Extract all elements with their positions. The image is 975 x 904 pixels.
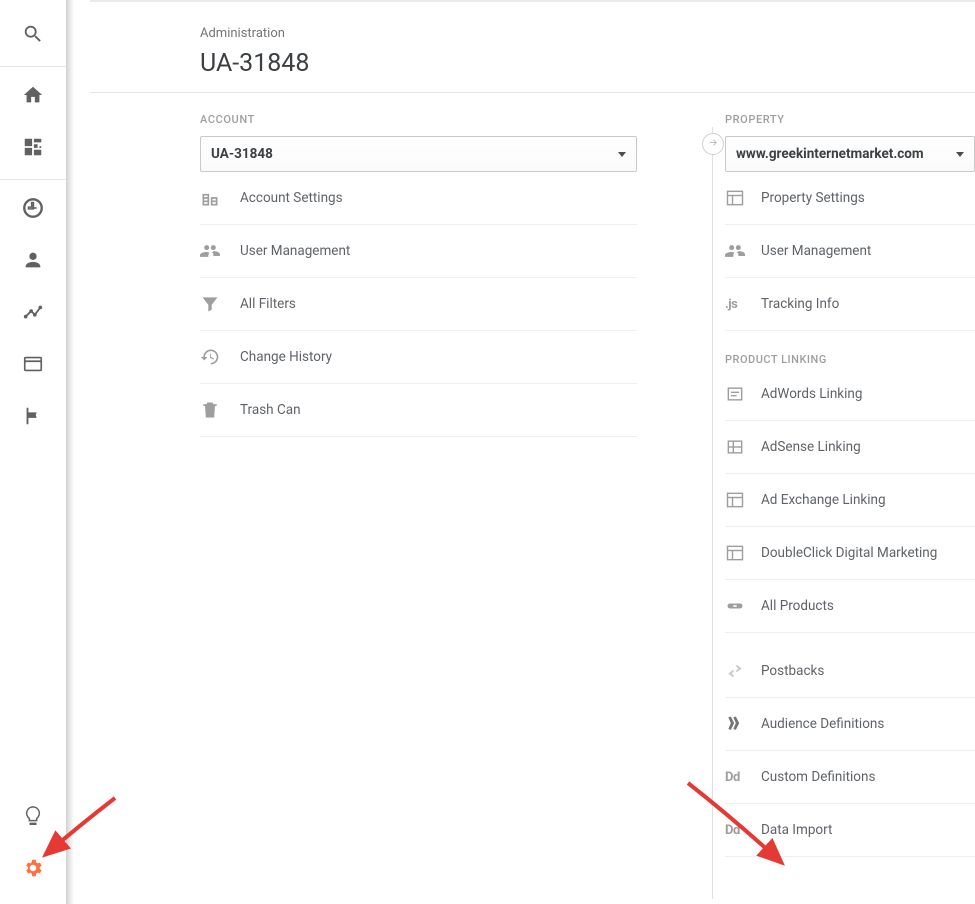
sidebar-home[interactable] bbox=[0, 71, 66, 123]
account-column-label: ACCOUNT bbox=[200, 113, 637, 126]
layout-icon bbox=[725, 543, 761, 563]
row-label: Ad Exchange Linking bbox=[761, 492, 886, 508]
row-label: Property Settings bbox=[761, 190, 865, 206]
share-icon bbox=[22, 301, 44, 327]
adsense-linking-row[interactable]: AdSense Linking bbox=[725, 421, 975, 474]
audience-definitions-row[interactable]: Audience Definitions bbox=[725, 698, 975, 751]
account-change-history-row[interactable]: Change History bbox=[200, 331, 637, 384]
arrow-right-icon bbox=[708, 137, 719, 152]
row-label: Change History bbox=[240, 349, 332, 365]
sidebar-discover[interactable] bbox=[0, 792, 66, 844]
filter-icon bbox=[200, 294, 240, 314]
property-selector[interactable]: www.greekinternetmarket.com bbox=[725, 136, 975, 172]
people-icon bbox=[200, 241, 240, 261]
property-settings-row[interactable]: Property Settings bbox=[725, 172, 975, 225]
row-label: All Filters bbox=[240, 296, 296, 312]
property-selected-value: www.greekinternetmarket.com bbox=[736, 146, 924, 162]
link-icon bbox=[725, 596, 761, 616]
page-header: Administration UA-31848 bbox=[90, 2, 975, 93]
layout-icon bbox=[725, 188, 761, 208]
row-label: Account Settings bbox=[240, 190, 343, 206]
account-settings-row[interactable]: Account Settings bbox=[200, 172, 637, 225]
home-icon bbox=[22, 84, 44, 110]
account-selected-value: UA-31848 bbox=[211, 146, 273, 162]
left-sidebar bbox=[0, 0, 66, 904]
doubleclick-linking-row[interactable]: DoubleClick Digital Marketing bbox=[725, 527, 975, 580]
product-linking-header: PRODUCT LINKING bbox=[725, 331, 975, 368]
page-title: UA-31848 bbox=[200, 49, 975, 78]
account-selector[interactable]: UA-31848 bbox=[200, 136, 637, 172]
sidebar-behavior[interactable] bbox=[0, 340, 66, 392]
ad-exchange-linking-row[interactable]: Ad Exchange Linking bbox=[725, 474, 975, 527]
row-label: Tracking Info bbox=[761, 296, 839, 312]
trash-icon bbox=[200, 400, 240, 420]
person-icon bbox=[22, 249, 44, 275]
row-label: Data Import bbox=[761, 822, 832, 838]
people-icon bbox=[725, 241, 761, 261]
property-column-label: PROPERTY bbox=[725, 113, 975, 126]
row-label: AdSense Linking bbox=[761, 439, 861, 455]
browser-icon bbox=[22, 353, 44, 379]
building-icon bbox=[200, 188, 240, 208]
row-label: DoubleClick Digital Marketing bbox=[761, 545, 937, 561]
account-column: ACCOUNT UA-31848 Account Settings User M… bbox=[200, 113, 665, 899]
account-user-management-row[interactable]: User Management bbox=[200, 225, 637, 278]
postback-icon bbox=[725, 661, 761, 681]
adsense-icon bbox=[725, 437, 761, 457]
chevron-down-icon bbox=[618, 152, 626, 157]
row-label: Postbacks bbox=[761, 663, 824, 679]
account-trash-row[interactable]: Trash Can bbox=[200, 384, 637, 437]
gear-icon bbox=[22, 857, 44, 883]
sidebar-realtime[interactable] bbox=[0, 184, 66, 236]
row-label: Audience Definitions bbox=[761, 716, 884, 732]
property-tracking-info-row[interactable]: .js Tracking Info bbox=[725, 278, 975, 331]
sidebar-customization[interactable] bbox=[0, 123, 66, 175]
dd-icon: Dd bbox=[725, 823, 761, 838]
dd-icon: Dd bbox=[725, 770, 761, 785]
audience-icon bbox=[725, 714, 761, 734]
all-products-row[interactable]: All Products bbox=[725, 580, 975, 633]
layout-icon bbox=[725, 490, 761, 510]
row-label: AdWords Linking bbox=[761, 386, 862, 402]
adwords-linking-row[interactable]: AdWords Linking bbox=[725, 368, 975, 421]
row-label: User Management bbox=[761, 243, 871, 259]
sidebar-acquisition[interactable] bbox=[0, 288, 66, 340]
row-label: User Management bbox=[240, 243, 350, 259]
admin-columns: ACCOUNT UA-31848 Account Settings User M… bbox=[90, 93, 975, 899]
postbacks-row[interactable]: Postbacks bbox=[725, 645, 975, 698]
sidebar-search[interactable] bbox=[0, 10, 66, 62]
history-icon bbox=[200, 347, 240, 367]
sidebar-shadow bbox=[66, 0, 74, 904]
sidebar-audience[interactable] bbox=[0, 236, 66, 288]
custom-definitions-row[interactable]: Dd Custom Definitions bbox=[725, 751, 975, 804]
search-icon bbox=[22, 23, 44, 49]
divider bbox=[0, 179, 66, 180]
row-label: All Products bbox=[761, 598, 834, 614]
column-divider bbox=[712, 127, 713, 899]
dashboard-icon bbox=[22, 136, 44, 162]
property-user-management-row[interactable]: User Management bbox=[725, 225, 975, 278]
sidebar-admin[interactable] bbox=[0, 844, 66, 896]
main-panel: Administration UA-31848 ACCOUNT UA-31848… bbox=[90, 0, 975, 904]
sidebar-conversions[interactable] bbox=[0, 392, 66, 444]
clock-icon bbox=[22, 197, 44, 223]
page-subtitle: Administration bbox=[200, 26, 975, 41]
data-import-row[interactable]: Dd Data Import bbox=[725, 804, 975, 857]
account-all-filters-row[interactable]: All Filters bbox=[200, 278, 637, 331]
row-label: Trash Can bbox=[240, 402, 301, 418]
adwords-icon bbox=[725, 384, 761, 404]
lightbulb-icon bbox=[22, 805, 44, 831]
js-icon: .js bbox=[725, 297, 761, 312]
chevron-down-icon bbox=[956, 152, 964, 157]
flag-icon bbox=[22, 405, 44, 431]
row-label: Custom Definitions bbox=[761, 769, 875, 785]
move-property-button[interactable] bbox=[702, 133, 724, 155]
divider bbox=[0, 66, 66, 67]
